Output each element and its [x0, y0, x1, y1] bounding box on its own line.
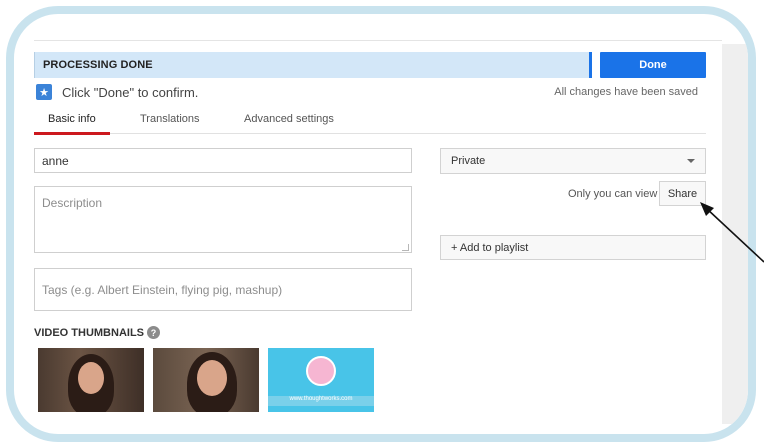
person-face — [78, 362, 104, 394]
processing-status: PROCESSING DONE — [43, 59, 153, 71]
add-to-playlist-button[interactable]: + Add to playlist — [440, 235, 706, 260]
star-icon: ★ — [36, 84, 52, 100]
tab-bar: Basic info Translations Advanced setting… — [34, 108, 706, 135]
thoughtworks-logo — [306, 356, 336, 386]
thumbnails-heading: VIDEO THUMBNAILS ? — [34, 326, 160, 339]
thumbnail-url: www.thoughtworks.com — [289, 396, 353, 402]
confirm-message: Click "Done" to confirm. — [62, 84, 199, 100]
tab-translations[interactable]: Translations — [140, 113, 200, 125]
confirm-row: ★ Click "Done" to confirm. — [36, 82, 198, 102]
scrollbar[interactable] — [722, 44, 748, 424]
top-divider — [34, 40, 722, 41]
done-button[interactable]: Done — [600, 52, 706, 78]
chevron-down-icon — [687, 159, 695, 163]
tab-basic-info[interactable]: Basic info — [48, 113, 96, 125]
help-icon[interactable]: ? — [147, 326, 160, 339]
resize-handle-icon[interactable] — [402, 244, 409, 251]
saved-status: All changes have been saved — [554, 86, 698, 98]
thumbnail-option-2[interactable] — [153, 348, 259, 412]
tab-advanced-settings[interactable]: Advanced settings — [244, 113, 334, 125]
visibility-note: Only you can view — [568, 188, 658, 200]
description-input[interactable] — [34, 186, 412, 253]
active-tab-indicator — [34, 132, 110, 135]
title-input[interactable] — [34, 148, 412, 173]
share-button[interactable]: Share — [659, 181, 706, 206]
tags-input[interactable] — [34, 268, 412, 311]
thumbnail-option-3[interactable]: www.thoughtworks.com — [268, 348, 374, 412]
person-face — [197, 360, 227, 396]
thumbnails-label: VIDEO THUMBNAILS — [34, 326, 144, 339]
banner-divider — [589, 52, 592, 78]
privacy-select[interactable]: Private — [440, 148, 706, 174]
privacy-selected: Private — [451, 155, 486, 167]
processing-banner: PROCESSING DONE — [34, 52, 591, 78]
thumbnail-option-1[interactable] — [38, 348, 144, 412]
